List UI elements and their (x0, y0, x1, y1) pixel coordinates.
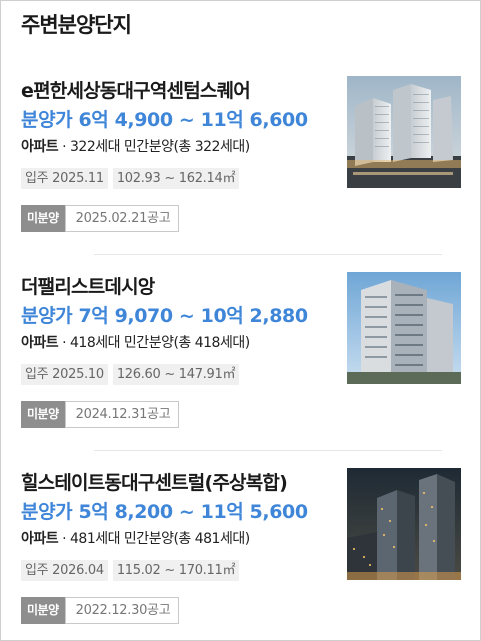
item-divider (94, 254, 442, 255)
listing-chips: 입주 2025.11 102.93 ~ 162.14㎡ (21, 168, 244, 189)
listing-type: 아파트 (21, 139, 59, 155)
listing-thumbnail[interactable] (347, 76, 461, 188)
movein-chip: 입주 2025.11 (21, 168, 108, 189)
area-chip: 115.02 ~ 170.11㎡ (112, 560, 240, 581)
listing-units: 322세대 민간분양(총 322세대) (70, 139, 250, 155)
listing-status: 미분양 2022.12.30공고 (21, 597, 180, 624)
item-divider (94, 450, 442, 451)
status-badge: 미분양 (21, 401, 65, 428)
area-chip: 102.93 ~ 162.14㎡ (112, 168, 240, 189)
apartment-tower-image (347, 272, 461, 384)
section-title: 주변분양단지 (21, 13, 132, 37)
listing-price: 분양가 6억 4,900 ~ 11억 6,600 (21, 109, 308, 131)
listing-name[interactable]: 힐스테이트동대구센트럴(주상복합) (21, 468, 288, 495)
listing-item[interactable]: 더팰리스트데시앙 분양가 7억 9,070 ~ 10억 2,880 아파트 · … (21, 272, 461, 442)
listing-status: 미분양 2024.12.31공고 (21, 401, 180, 428)
listing-chips: 입주 2026.04 115.02 ~ 170.11㎡ (21, 560, 244, 581)
notice-date: 2025.02.21공고 (64, 205, 180, 232)
listing-price: 분양가 7억 9,070 ~ 10억 2,880 (21, 305, 308, 327)
status-badge: 미분양 (21, 205, 65, 232)
listing-description: 아파트 · 418세대 민간분양(총 418세대) (21, 335, 250, 351)
listing-thumbnail[interactable] (347, 468, 461, 580)
listing-description: 아파트 · 322세대 민간분양(총 322세대) (21, 139, 250, 155)
listing-item[interactable]: e편한세상동대구역센텀스퀘어 분양가 6억 4,900 ~ 11억 6,600 … (21, 76, 461, 246)
listing-units: 481세대 민간분양(총 481세대) (70, 531, 250, 547)
listing-thumbnail[interactable] (347, 272, 461, 384)
listing-item[interactable]: 힐스테이트동대구센트럴(주상복합) 분양가 5억 8,200 ~ 11억 5,6… (21, 468, 461, 638)
listing-chips: 입주 2025.10 126.60 ~ 147.91㎡ (21, 364, 244, 385)
notice-date: 2024.12.31공고 (64, 401, 180, 428)
listing-type: 아파트 (21, 531, 59, 547)
movein-chip: 입주 2025.10 (21, 364, 108, 385)
notice-date: 2022.12.30공고 (64, 597, 180, 624)
listing-status: 미분양 2025.02.21공고 (21, 205, 180, 232)
apartment-complex-image (347, 76, 461, 188)
listing-price: 분양가 5억 8,200 ~ 11억 5,600 (21, 501, 308, 523)
status-badge: 미분양 (21, 597, 65, 624)
listing-name[interactable]: e편한세상동대구역센텀스퀘어 (21, 76, 251, 103)
area-chip: 126.60 ~ 147.91㎡ (112, 364, 240, 385)
listing-type: 아파트 (21, 335, 59, 351)
listing-name[interactable]: 더팰리스트데시앙 (21, 272, 155, 299)
movein-chip: 입주 2026.04 (21, 560, 108, 581)
listing-units: 418세대 민간분양(총 418세대) (70, 335, 250, 351)
night-city-towers-image (347, 468, 461, 580)
listing-description: 아파트 · 481세대 민간분양(총 481세대) (21, 531, 250, 547)
